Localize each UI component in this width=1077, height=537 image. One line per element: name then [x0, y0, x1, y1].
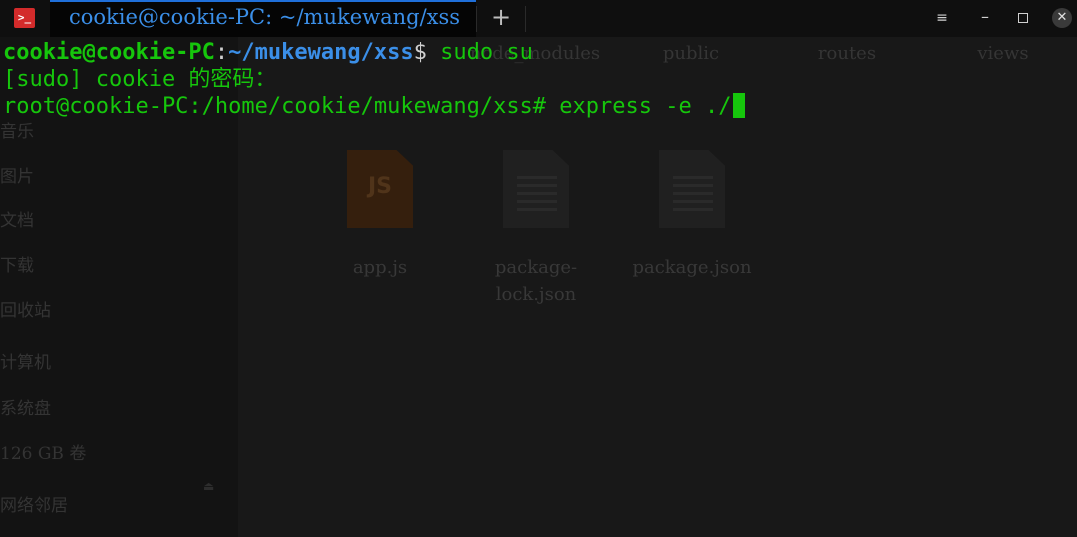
prompt-symbol: $ [413, 40, 427, 65]
tab-divider [525, 6, 526, 32]
prompt-colon: : [214, 40, 229, 65]
minimize-button[interactable]: – [972, 6, 998, 30]
maximize-icon [1018, 13, 1028, 23]
close-button[interactable]: ✕ [1052, 8, 1072, 28]
maximize-button[interactable] [1010, 6, 1036, 30]
tab-terminal[interactable]: cookie@cookie-PC: ~/mukewang/xss [50, 0, 476, 37]
text-cursor [732, 93, 745, 118]
tab-divider [476, 6, 477, 32]
command-text: express -e ./ [546, 94, 732, 119]
tab-title: cookie@cookie-PC: ~/mukewang/xss [69, 5, 461, 29]
prompt-path: ~/mukewang/xss [228, 40, 414, 65]
terminal-output[interactable]: cookie@cookie-PC:~/mukewang/xss$ sudo su… [0, 37, 1077, 537]
command-text: sudo su [426, 40, 533, 65]
add-tab-button[interactable]: + [487, 3, 515, 31]
menu-button[interactable]: ≡ [929, 6, 955, 30]
root-prompt: root@cookie-PC:/home/cookie/mukewang/xss… [3, 94, 547, 119]
terminal-titlebar[interactable]: >_ cookie@cookie-PC: ~/mukewang/xss + ≡ … [0, 0, 1077, 37]
terminal-line: root@cookie-PC:/home/cookie/mukewang/xss… [3, 93, 745, 120]
prompt-user-host: cookie@cookie-PC [3, 40, 215, 65]
sudo-password-prompt: [sudo] cookie 的密码： [3, 67, 277, 92]
terminal-line: cookie@cookie-PC:~/mukewang/xss$ sudo su [3, 39, 533, 66]
terminal-app-icon: >_ [14, 8, 35, 28]
